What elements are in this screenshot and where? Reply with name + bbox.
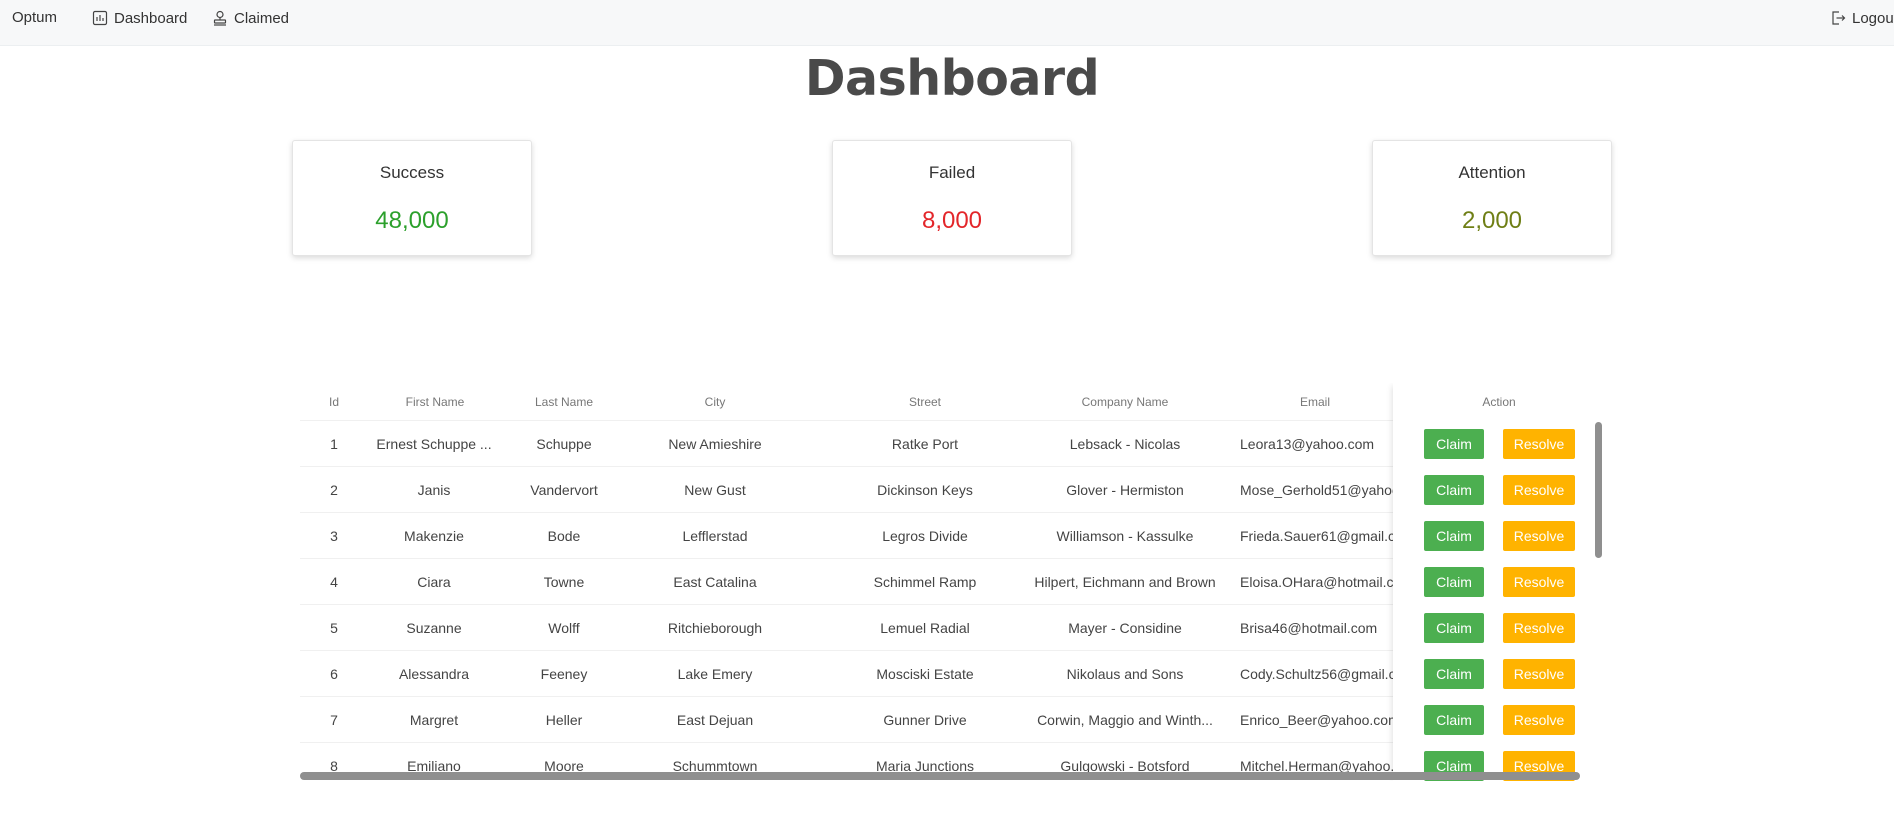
cell-email: Cody.Schultz56@gmail.com	[1240, 666, 1400, 682]
header-action: Action	[1482, 395, 1516, 409]
cell-first-name: Janis	[417, 482, 451, 498]
cell-id: 4	[330, 574, 338, 590]
cell-city: New Gust	[684, 482, 746, 498]
cell-last-name: Vandervort	[530, 482, 598, 498]
top-nav: Optum Dashboard Claimed Logout	[0, 0, 1894, 46]
header-street[interactable]: Street	[860, 395, 990, 409]
cell-company-name: Glover - Hermiston	[1066, 482, 1184, 498]
logout-icon	[1832, 11, 1846, 25]
cell-street: Ratke Port	[891, 436, 959, 452]
cell-company-name: Lebsack - Nicolas	[1069, 436, 1181, 452]
cell-first-name: Ernest Schuppe ...	[376, 436, 492, 452]
cell-first-name: Alessandra	[398, 666, 470, 682]
attention-value: 2,000	[1461, 207, 1523, 234]
cell-street: Schimmel Ramp	[873, 574, 977, 590]
resolve-button[interactable]: Resolve	[1503, 613, 1575, 643]
resolve-button[interactable]: Resolve	[1503, 659, 1575, 689]
cell-email: Eloisa.OHara@hotmail.com	[1240, 574, 1400, 590]
cell-last-name: Bode	[547, 528, 581, 544]
success-label: Success	[379, 163, 445, 182]
failed-label: Failed	[928, 163, 976, 182]
header-email[interactable]: Email	[1240, 395, 1390, 409]
vertical-scrollbar[interactable]	[1595, 422, 1602, 558]
cell-street: Dickinson Keys	[877, 482, 973, 498]
claim-button[interactable]: Claim	[1424, 705, 1484, 735]
cell-city: Lefflerstad	[682, 528, 748, 544]
claim-button[interactable]: Claim	[1424, 521, 1484, 551]
attention-card: Attention 2,000	[1372, 140, 1612, 256]
resolve-button[interactable]: Resolve	[1503, 521, 1575, 551]
nav-dashboard-label: Dashboard	[114, 9, 188, 27]
cell-last-name: Schuppe	[536, 436, 592, 452]
attention-label: Attention	[1458, 163, 1526, 182]
cell-company-name: Williamson - Kassulke	[1056, 528, 1194, 544]
claim-button[interactable]: Claim	[1424, 659, 1484, 689]
failed-value: 8,000	[921, 207, 983, 234]
stamp-icon	[213, 10, 227, 26]
claim-button[interactable]: Claim	[1424, 613, 1484, 643]
cell-first-name: Makenzie	[404, 528, 464, 544]
cell-city: East Dejuan	[676, 712, 754, 728]
cell-city: New Amieshire	[668, 436, 762, 452]
action-column: Action Claim Resolve Claim Resolve Claim Reso…	[1393, 383, 1605, 781]
cell-city: Ritchieborough	[667, 620, 763, 636]
resolve-button[interactable]: Resolve	[1503, 567, 1575, 597]
cell-id: 5	[330, 620, 338, 636]
nav-claimed-label: Claimed	[234, 9, 290, 27]
dashboard-icon	[92, 10, 108, 26]
cell-city: Lake Emery	[677, 666, 753, 682]
header-first-name[interactable]: First Name	[370, 395, 500, 409]
failed-card: Failed 8,000	[832, 140, 1072, 256]
resolve-button[interactable]: Resolve	[1503, 705, 1575, 735]
header-last-name[interactable]: Last Name	[514, 395, 614, 409]
cell-company-name: Corwin, Maggio and Winth...	[1037, 712, 1213, 728]
success-card: Success 48,000	[292, 140, 532, 256]
claim-button[interactable]: Claim	[1424, 567, 1484, 597]
cell-last-name: Towne	[543, 574, 585, 590]
success-value: 48,000	[375, 207, 449, 234]
cell-first-name: Margret	[409, 712, 459, 728]
cell-first-name: Ciara	[417, 574, 451, 590]
header-city[interactable]: City	[650, 395, 780, 409]
brand-link[interactable]: Optum	[12, 0, 57, 36]
cell-company-name: Hilpert, Eichmann and Brown	[1034, 574, 1216, 590]
nav-logout-label: Logout	[1852, 9, 1894, 27]
cell-first-name: Suzanne	[406, 620, 462, 636]
cell-company-name: Nikolaus and Sons	[1066, 666, 1184, 682]
cell-street: Legros Divide	[882, 528, 968, 544]
claims-table: Id First Name Last Name City Street Comp…	[300, 383, 1605, 781]
cell-email: Frieda.Sauer61@gmail.com	[1240, 528, 1400, 544]
cell-last-name: Feeney	[540, 666, 588, 682]
cell-street: Lemuel Radial	[880, 620, 970, 636]
horizontal-scrollbar[interactable]	[300, 772, 1580, 780]
header-company-name[interactable]: Company Name	[1030, 395, 1220, 409]
claim-button[interactable]: Claim	[1424, 475, 1484, 505]
nav-claimed[interactable]: Claimed	[212, 0, 289, 36]
nav-dashboard[interactable]: Dashboard	[92, 0, 187, 36]
header-id[interactable]: Id	[316, 395, 352, 409]
cell-id: 6	[330, 666, 338, 682]
page-title: Dashboard	[804, 50, 1100, 107]
cell-last-name: Heller	[545, 712, 583, 728]
cell-id: 1	[330, 436, 338, 452]
cell-street: Mosciski Estate	[876, 666, 974, 682]
cell-email: Brisa46@hotmail.com	[1240, 620, 1378, 636]
cell-id: 7	[330, 712, 338, 728]
cell-last-name: Wolff	[548, 620, 580, 636]
cell-company-name: Mayer - Considine	[1068, 620, 1182, 636]
resolve-button[interactable]: Resolve	[1503, 429, 1575, 459]
cell-email: Mose_Gerhold51@yahoo.com	[1240, 482, 1400, 498]
claim-button[interactable]: Claim	[1424, 429, 1484, 459]
cell-city: East Catalina	[673, 574, 757, 590]
cell-street: Gunner Drive	[883, 712, 967, 728]
cell-id: 3	[330, 528, 338, 544]
resolve-button[interactable]: Resolve	[1503, 475, 1575, 505]
cell-email: Leora13@yahoo.com	[1240, 436, 1375, 452]
nav-logout[interactable]: Logout	[1830, 0, 1894, 36]
cell-email: Enrico_Beer@yahoo.com	[1240, 712, 1400, 728]
cell-id: 2	[330, 482, 338, 498]
